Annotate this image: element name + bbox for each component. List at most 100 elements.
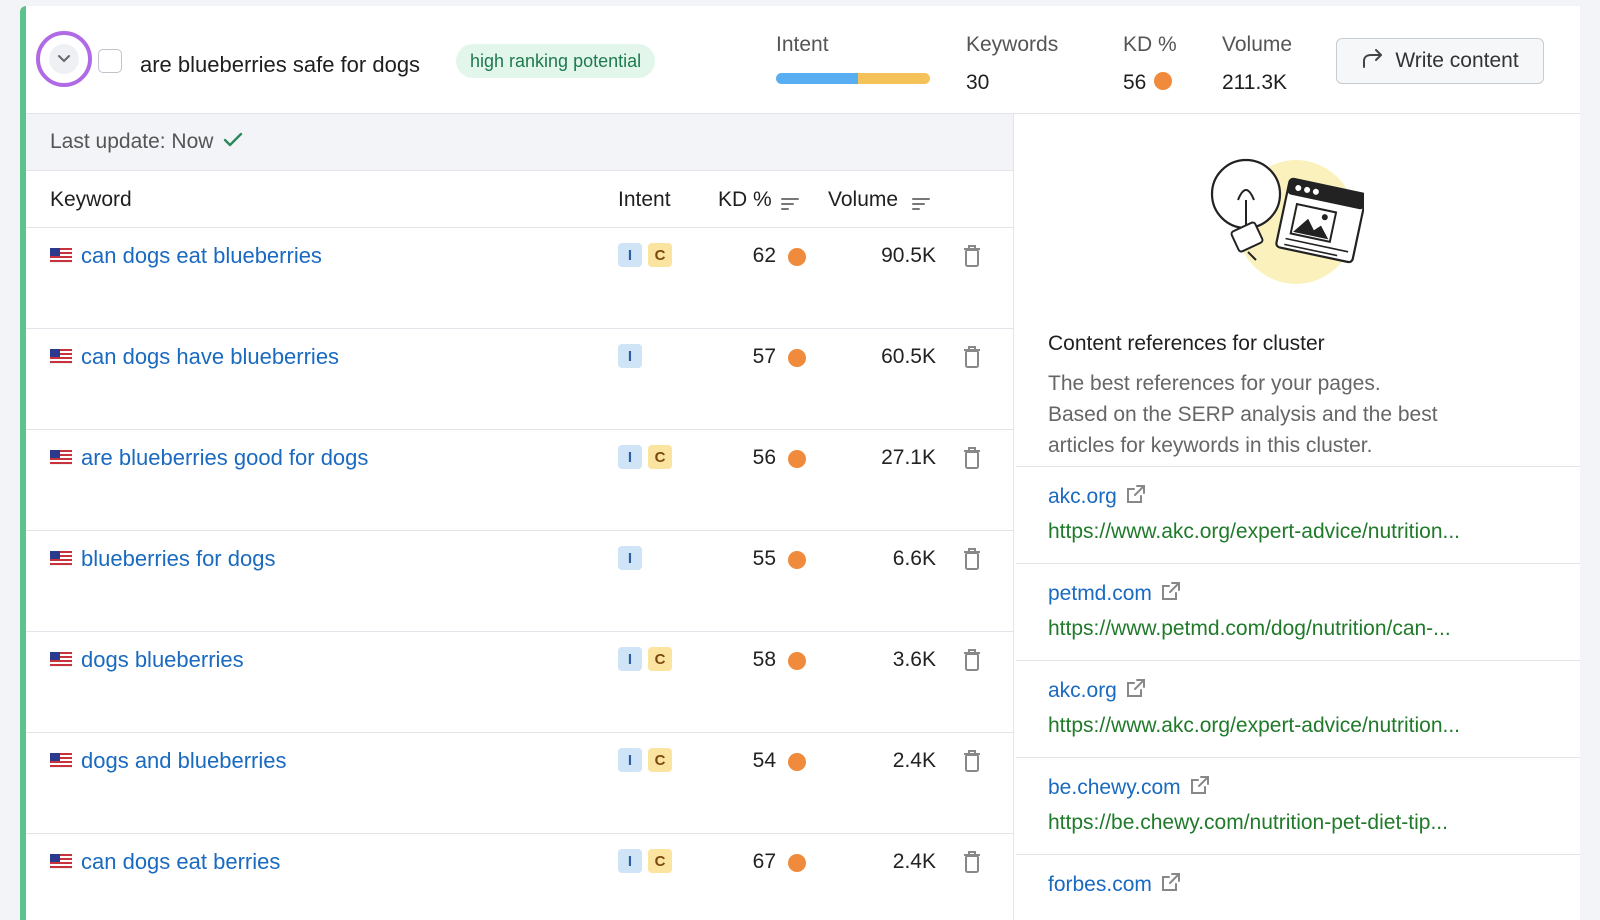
trash-icon[interactable] — [961, 345, 983, 369]
intent-tag-c: C — [648, 445, 672, 469]
reference-url[interactable]: https://be.chewy.com/nutrition-pet-diet-… — [1048, 811, 1448, 835]
sort-icon[interactable] — [781, 193, 799, 217]
expand-toggle-button[interactable] — [36, 31, 92, 87]
ranking-potential-badge: high ranking potential — [456, 44, 656, 78]
us-flag-icon — [49, 752, 73, 769]
reference-domain-link[interactable]: forbes.com — [1048, 871, 1182, 899]
reference-list: akc.org https://www.akc.org/expert-advic… — [1016, 466, 1580, 920]
keywords-count: 30 — [966, 71, 990, 94]
volume-cell: 2.4K — [892, 850, 936, 873]
us-flag-icon — [49, 348, 73, 365]
intent-tag-c: C — [648, 647, 672, 671]
keyword-link[interactable]: are blueberries good for dogs — [81, 445, 368, 471]
reference-domain-link[interactable]: petmd.com — [1048, 580, 1182, 608]
reference-domain: forbes.com — [1048, 873, 1152, 896]
table-row: dogs and blueberries IC 54 2.4K — [26, 733, 1013, 834]
intent-tags: IC — [618, 647, 672, 671]
intent-tag-i: I — [618, 849, 642, 873]
kd-indicator-dot — [788, 551, 806, 569]
external-link-icon — [1125, 677, 1147, 705]
intent-tags: IC — [618, 748, 672, 772]
keywords-label: Keywords — [966, 33, 1059, 56]
references-description: The best references for your pages. Base… — [1048, 368, 1548, 461]
keyword-link[interactable]: blueberries for dogs — [81, 546, 275, 572]
lightbulb-illustration-icon — [1204, 150, 1367, 290]
reference-item: be.chewy.com https://be.chewy.com/nutrit… — [1016, 757, 1580, 854]
kd-indicator-dot — [788, 854, 806, 872]
keyword-link[interactable]: can dogs have blueberries — [81, 344, 339, 370]
content-references-panel: Content references for cluster The best … — [1016, 114, 1580, 920]
column-volume[interactable]: Volume — [828, 188, 898, 212]
volume-cell: 3.6K — [892, 648, 936, 671]
kd-value: 58 — [752, 648, 776, 671]
volume-cell: 60.5K — [881, 345, 936, 368]
chevron-down-icon — [49, 44, 79, 74]
keyword-link[interactable]: can dogs eat berries — [81, 849, 280, 875]
us-flag-icon — [49, 247, 73, 264]
write-content-button[interactable]: Write content — [1336, 38, 1544, 84]
reference-url[interactable]: https://www.akc.org/expert-advice/nutrit… — [1048, 520, 1460, 544]
table-row: can dogs eat blueberries IC 62 90.5K — [26, 228, 1013, 329]
reference-domain-link[interactable]: akc.org — [1048, 483, 1147, 511]
kd-cell: 57 — [726, 345, 806, 369]
column-keyword[interactable]: Keyword — [50, 188, 132, 212]
keyword-link[interactable]: dogs blueberries — [81, 647, 244, 673]
intent-distribution-bar — [776, 73, 930, 84]
reference-item: akc.org https://www.akc.org/expert-advic… — [1016, 660, 1580, 757]
reference-url[interactable]: https://www.akc.org/expert-advice/nutrit… — [1048, 714, 1460, 738]
sort-icon[interactable] — [912, 193, 930, 217]
kd-cell: 54 — [726, 749, 806, 773]
table-row: are blueberries good for dogs IC 56 27.1… — [26, 430, 1013, 531]
intent-tag-i: I — [618, 344, 642, 368]
reference-domain-link[interactable]: be.chewy.com — [1048, 774, 1211, 802]
cluster-checkbox[interactable] — [98, 49, 122, 73]
external-link-icon — [1160, 580, 1182, 608]
trash-icon[interactable] — [961, 244, 983, 268]
kd-value: 56 — [752, 446, 776, 469]
table-row: blueberries for dogs I 55 6.6K — [26, 531, 1013, 632]
reference-domain-link[interactable]: akc.org — [1048, 677, 1147, 705]
table-row: dogs blueberries IC 58 3.6K — [26, 632, 1013, 733]
kd-indicator-dot — [788, 349, 806, 367]
intent-bar-segment-commercial — [857, 73, 930, 84]
kd-cell: 67 — [726, 850, 806, 874]
table-row: can dogs have blueberries I 57 60.5K — [26, 329, 1013, 430]
kd-cell: 62 — [726, 244, 806, 268]
column-kd[interactable]: KD % — [718, 188, 772, 212]
volume-cell: 6.6K — [892, 547, 936, 570]
us-flag-icon — [49, 853, 73, 870]
kd-value: 57 — [752, 345, 776, 368]
intent-tags: I — [618, 546, 642, 570]
intent-tag-i: I — [618, 445, 642, 469]
reference-domain: akc.org — [1048, 485, 1117, 508]
references-title: Content references for cluster — [1048, 332, 1325, 355]
us-flag-icon — [49, 651, 73, 668]
trash-icon[interactable] — [961, 446, 983, 470]
trash-icon[interactable] — [961, 850, 983, 874]
reference-url[interactable]: https://www.petmd.com/dog/nutrition/can-… — [1048, 617, 1451, 641]
kd-value: 67 — [752, 850, 776, 873]
references-description-line: The best references for your pages. — [1048, 372, 1381, 395]
trash-icon[interactable] — [961, 749, 983, 773]
keyword-link[interactable]: dogs and blueberries — [81, 748, 286, 774]
volume-cell: 90.5K — [881, 244, 936, 267]
reference-domain: be.chewy.com — [1048, 776, 1181, 799]
volume-cell: 2.4K — [892, 749, 936, 772]
reference-item: petmd.com https://www.petmd.com/dog/nutr… — [1016, 563, 1580, 660]
trash-icon[interactable] — [961, 648, 983, 672]
keyword-rows: can dogs eat blueberries IC 62 90.5K can… — [26, 228, 1013, 920]
intent-tag-c: C — [648, 849, 672, 873]
kd-cell: 56 — [726, 446, 806, 470]
intent-tag-i: I — [618, 647, 642, 671]
keywords-panel: Last update: Now Keyword Intent KD % Vol… — [26, 114, 1014, 920]
share-arrow-icon — [1361, 47, 1385, 75]
trash-icon[interactable] — [961, 547, 983, 571]
intent-tags: IC — [618, 445, 672, 469]
keyword-cluster-card: are blueberries safe for dogs high ranki… — [20, 6, 1580, 920]
volume-value: 211.3K — [1222, 71, 1287, 94]
kd-cell: 55 — [726, 547, 806, 571]
column-intent: Intent — [618, 188, 671, 211]
us-flag-icon — [49, 449, 73, 466]
keyword-link[interactable]: can dogs eat blueberries — [81, 243, 322, 269]
us-flag-icon — [49, 550, 73, 567]
